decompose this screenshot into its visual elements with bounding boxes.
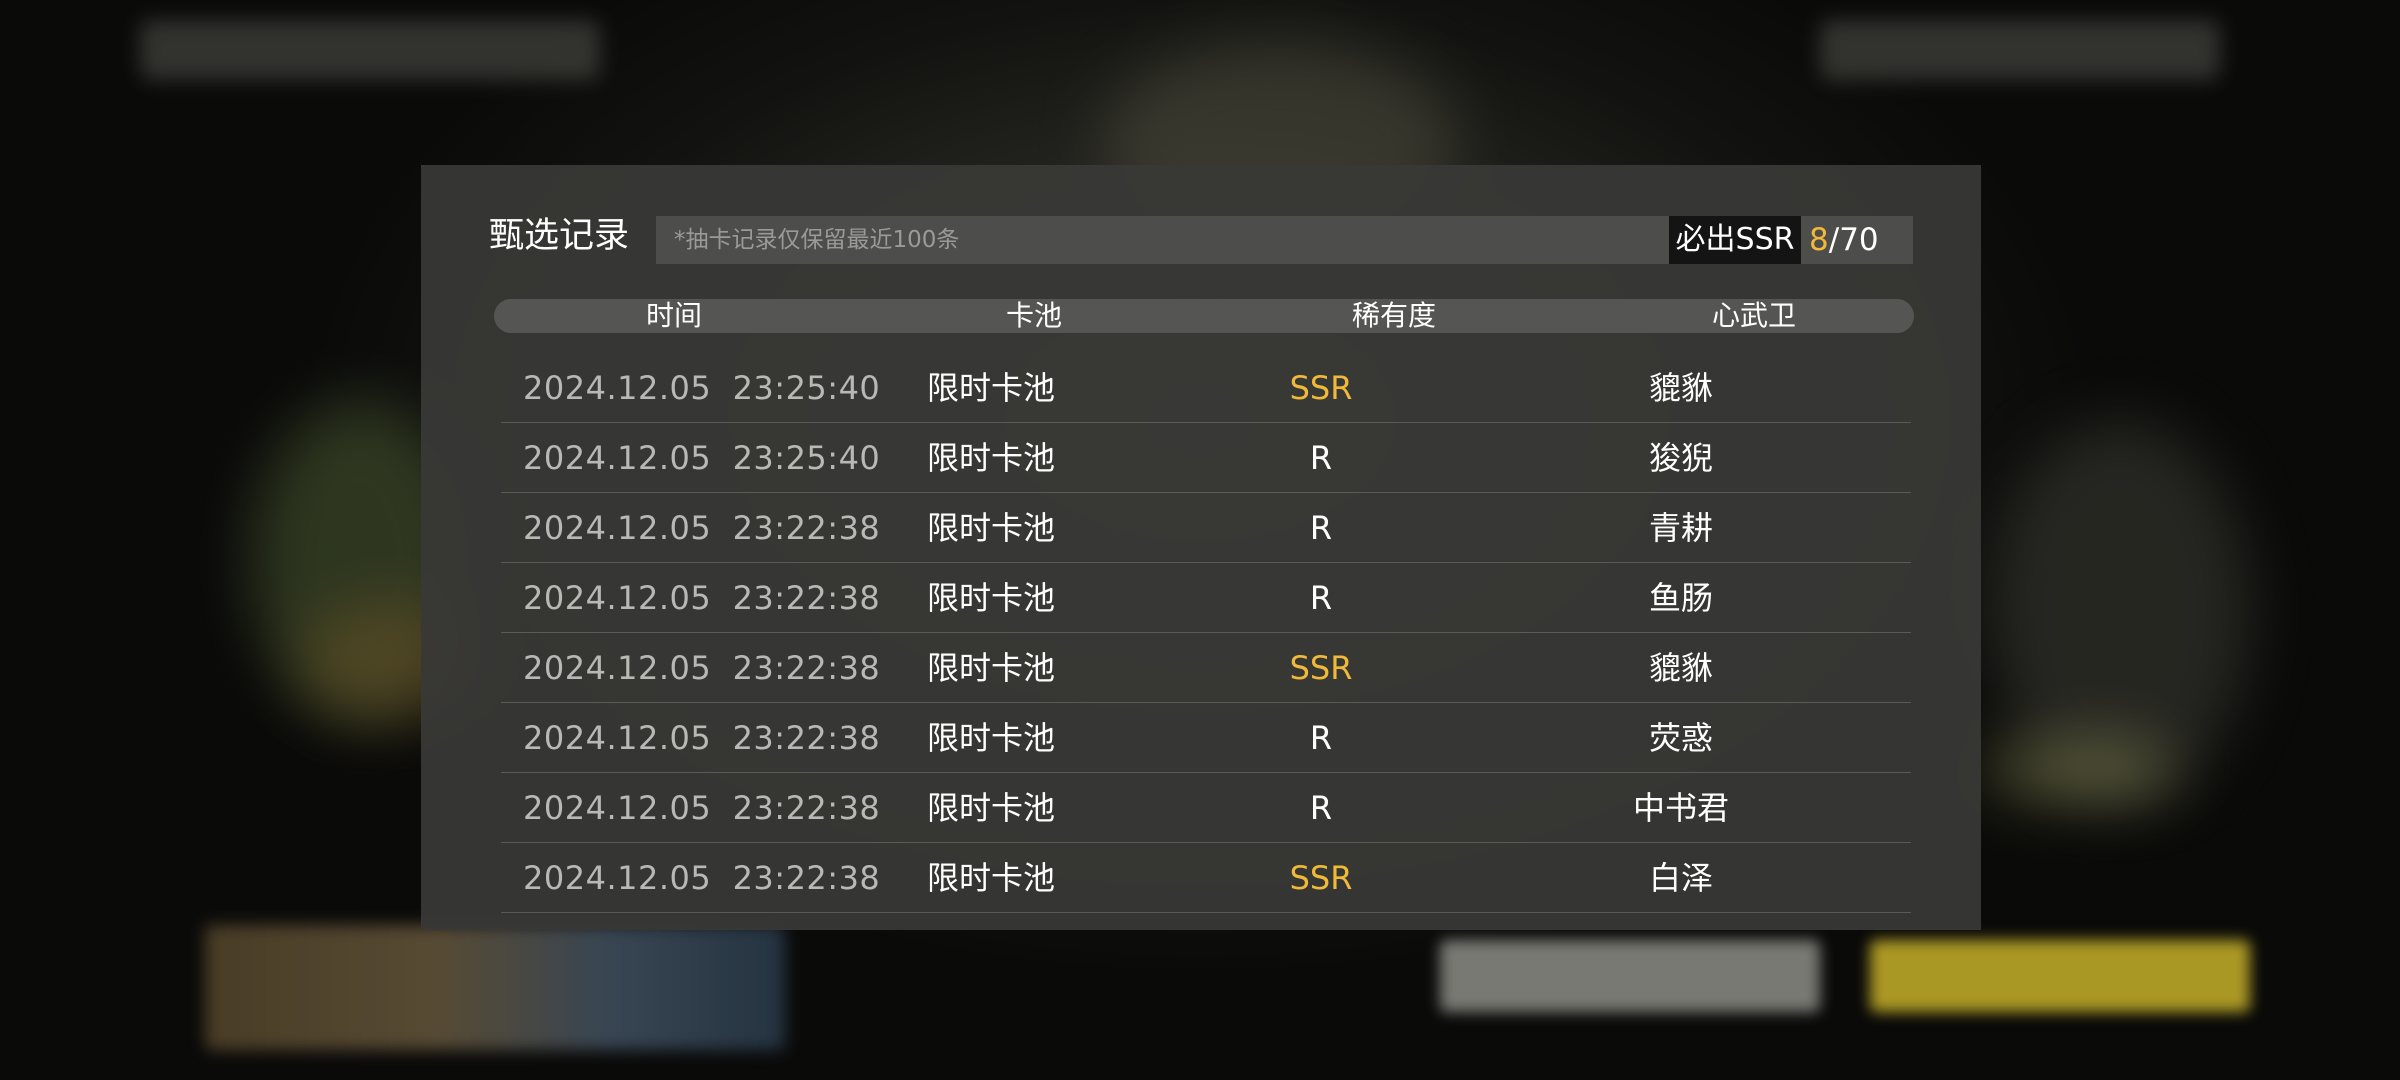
table-row: 2024.12.05 23:25:40 限时卡池 R 狻猊 <box>501 423 1911 493</box>
gacha-history-panel: 甄选记录 *抽卡记录仅保留最近100条 必出SSR 8/70 时间 卡池 稀有度… <box>421 165 1981 930</box>
row-character: 鱼肠 <box>1648 579 1713 617</box>
table-header: 时间 卡池 稀有度 心武卫 <box>494 299 1914 333</box>
row-time: 2024.12.05 23:22:38 <box>523 509 881 547</box>
header-pool: 卡池 <box>1005 299 1062 332</box>
row-rarity: SSR <box>1289 369 1353 407</box>
notice-text: *抽卡记录仅保留最近100条 <box>674 227 960 253</box>
table-row: 2024.12.05 23:22:38 限时卡池 SSR 貔貅 <box>501 633 1911 703</box>
row-character: 荧惑 <box>1648 719 1713 757</box>
row-pool: 限时卡池 <box>926 369 1055 407</box>
notice-bar: *抽卡记录仅保留最近100条 <box>656 216 1671 264</box>
background-bottom-left-panel <box>205 925 785 1050</box>
row-character: 青耕 <box>1648 509 1713 547</box>
row-time: 2024.12.05 23:22:38 <box>523 859 881 897</box>
row-pool: 限时卡池 <box>926 579 1055 617</box>
row-rarity: R <box>1309 789 1333 827</box>
background-yellow-button <box>1870 940 2250 1012</box>
row-character: 白泽 <box>1648 859 1713 897</box>
row-character: 狻猊 <box>1648 439 1713 477</box>
row-character: 貔貅 <box>1648 369 1713 407</box>
row-rarity: R <box>1309 579 1333 617</box>
row-rarity: R <box>1309 509 1333 547</box>
pity-label: 必出SSR <box>1669 216 1801 264</box>
header-time: 时间 <box>645 299 702 332</box>
pity-current: 8 <box>1809 222 1829 258</box>
header-character: 心武卫 <box>1711 299 1796 332</box>
row-time: 2024.12.05 23:22:38 <box>523 649 881 687</box>
row-pool: 限时卡池 <box>926 649 1055 687</box>
header-rarity: 稀有度 <box>1351 299 1436 332</box>
row-rarity: R <box>1309 719 1333 757</box>
row-time: 2024.12.05 23:25:40 <box>523 369 881 407</box>
table-row: 2024.12.05 23:22:38 限时卡池 R 鱼肠 <box>501 563 1911 633</box>
history-list[interactable]: 2024.12.05 23:25:40 限时卡池 SSR 貔貅 2024.12.… <box>501 353 1911 918</box>
panel-title: 甄选记录 <box>489 216 630 256</box>
row-rarity: SSR <box>1289 859 1353 897</box>
pity-separator: / <box>1828 222 1840 258</box>
row-time: 2024.12.05 23:22:38 <box>523 579 881 617</box>
row-pool: 限时卡池 <box>926 719 1055 757</box>
row-rarity: R <box>1309 439 1333 477</box>
table-row: 2024.12.05 23:22:38 限时卡池 R 中书君 <box>501 773 1911 843</box>
row-character: 中书君 <box>1632 789 1729 827</box>
row-character: 貔貅 <box>1648 649 1713 687</box>
pity-count: 8/70 <box>1809 216 1879 264</box>
table-row: 2024.12.05 23:25:40 限时卡池 SSR 貔貅 <box>501 353 1911 423</box>
row-pool: 限时卡池 <box>926 859 1055 897</box>
row-pool: 限时卡池 <box>926 439 1055 477</box>
background-topbar-left <box>140 20 600 80</box>
row-rarity: SSR <box>1289 649 1353 687</box>
row-pool: 限时卡池 <box>926 789 1055 827</box>
pity-counter: 必出SSR 8/70 <box>1669 216 1913 264</box>
table-row: 2024.12.05 23:22:38 限时卡池 SSR 白泽 <box>501 843 1911 913</box>
background-grey-button <box>1440 940 1820 1012</box>
row-pool: 限时卡池 <box>926 509 1055 547</box>
row-time: 2024.12.05 23:22:38 <box>523 719 881 757</box>
background-blur-shape <box>1980 740 2180 800</box>
pity-total: 70 <box>1839 222 1879 258</box>
row-time: 2024.12.05 23:25:40 <box>523 439 881 477</box>
table-row: 2024.12.05 23:22:38 限时卡池 R 青耕 <box>501 493 1911 563</box>
table-row: 2024.12.05 23:22:38 限时卡池 R 荧惑 <box>501 703 1911 773</box>
background-topbar-right <box>1820 20 2220 80</box>
row-time: 2024.12.05 23:22:38 <box>523 789 881 827</box>
